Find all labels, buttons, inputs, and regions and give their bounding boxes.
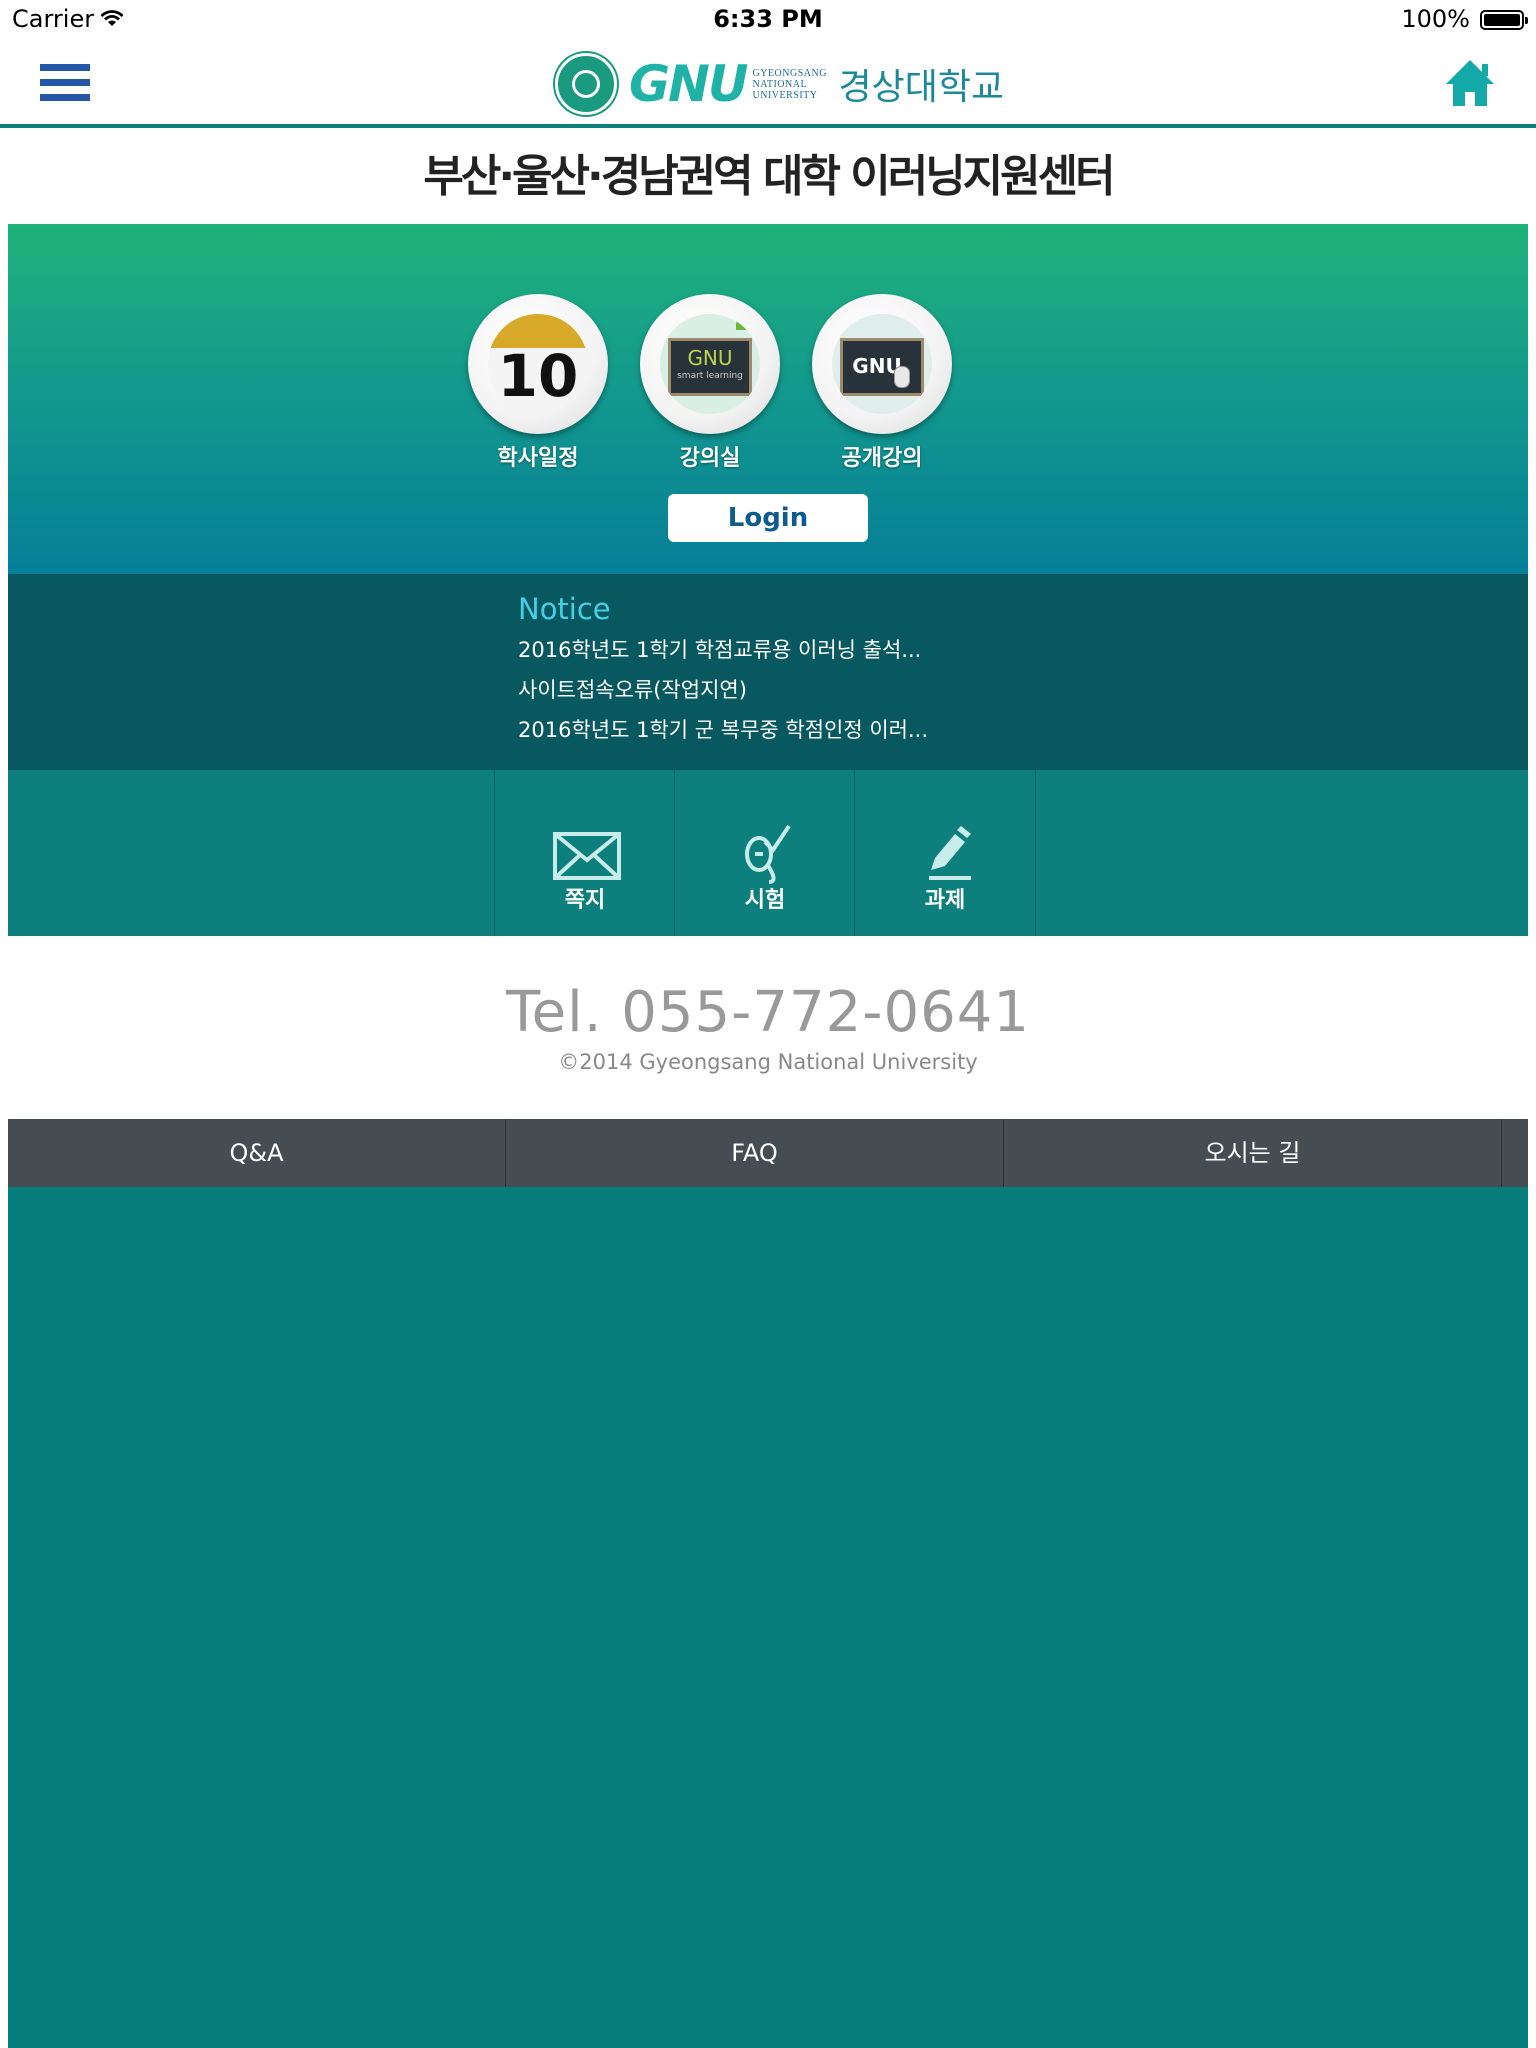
quick-menu: 쪽지 시험 과제 [8,770,1528,936]
open-lecture-label: 공개강의 [841,446,923,471]
notice-item[interactable]: 2016학년도 1학기 군 복무중 학점인정 이러... [518,714,928,744]
hamburger-menu-icon[interactable] [40,64,90,104]
classroom-button[interactable]: GNU smart learning 강의실 [635,294,785,472]
telephone-number: Tel. 055-772-0641 [505,980,1030,1045]
logo-english-text: GYEONGSANG NATIONAL UNIVERSITY [752,67,827,101]
calendar-day-number: 10 [497,342,579,410]
login-button[interactable]: Login [668,494,868,542]
hero-banner: 10 학사일정 GNU smart learning 강의실 GNU 공개강의 … [8,224,1528,574]
university-logo[interactable]: GNU GYEONGSANG NATIONAL UNIVERSITY 경상대학교 [555,53,1005,115]
blackboard-subtitle: smart learning [677,371,743,381]
academic-calendar-button[interactable]: 10 학사일정 [463,294,613,472]
message-label: 쪽지 [564,888,606,913]
logo-gnu-text: GNU [629,55,748,113]
blackboard-icon: GNU smart learning [668,338,752,396]
exam-label: 시험 [744,888,786,913]
clock: 6:33 PM [713,5,823,33]
exam-button[interactable]: 시험 [674,770,855,936]
bottom-tab-bar: Q&A FAQ 오시는 길 [8,1119,1528,1187]
classroom-label: 강의실 [679,446,741,471]
exam-check-icon [745,824,791,884]
notice-panel: Notice 2016학년도 1학기 학점교류용 이러닝 출석... 사이트접속… [8,574,1528,770]
app-header: GNU GYEONGSANG NATIONAL UNIVERSITY 경상대학교 [0,42,1536,128]
tab-faq[interactable]: FAQ [506,1119,1004,1187]
assignment-label: 과제 [924,888,966,913]
open-lecture-button[interactable]: GNU 공개강의 [807,294,957,472]
home-icon[interactable] [1444,58,1496,108]
blackboard-title: GNU [687,346,733,370]
page-title: 부산·울산·경남권역 대학 이러닝지원센터 [423,151,1115,202]
university-seal-icon [555,53,617,115]
background-fill [8,1187,1528,2048]
assignment-button[interactable]: 과제 [854,770,1036,936]
pencil-icon [929,826,971,880]
status-bar: Carrier 6:33 PM 100% [0,0,1536,42]
message-button[interactable]: 쪽지 [494,770,675,936]
notice-item[interactable]: 2016학년도 1학기 학점교류용 이러닝 출석... [518,634,921,664]
notice-title[interactable]: Notice [518,592,611,626]
battery-icon [1480,10,1528,30]
academic-calendar-label: 학사일정 [497,446,579,471]
tab-directions[interactable]: 오시는 길 [1004,1119,1502,1187]
computer-board-icon: GNU [840,338,924,396]
logo-korean-text: 경상대학교 [838,67,1005,108]
battery-percent: 100% [1401,5,1470,33]
copyright-text: ©2014 Gyeongsang National University [558,1050,978,1074]
tab-qna[interactable]: Q&A [8,1119,506,1187]
mouse-icon [894,366,910,388]
envelope-icon [553,832,621,880]
notice-item[interactable]: 사이트접속오류(작업지연) [518,674,747,704]
